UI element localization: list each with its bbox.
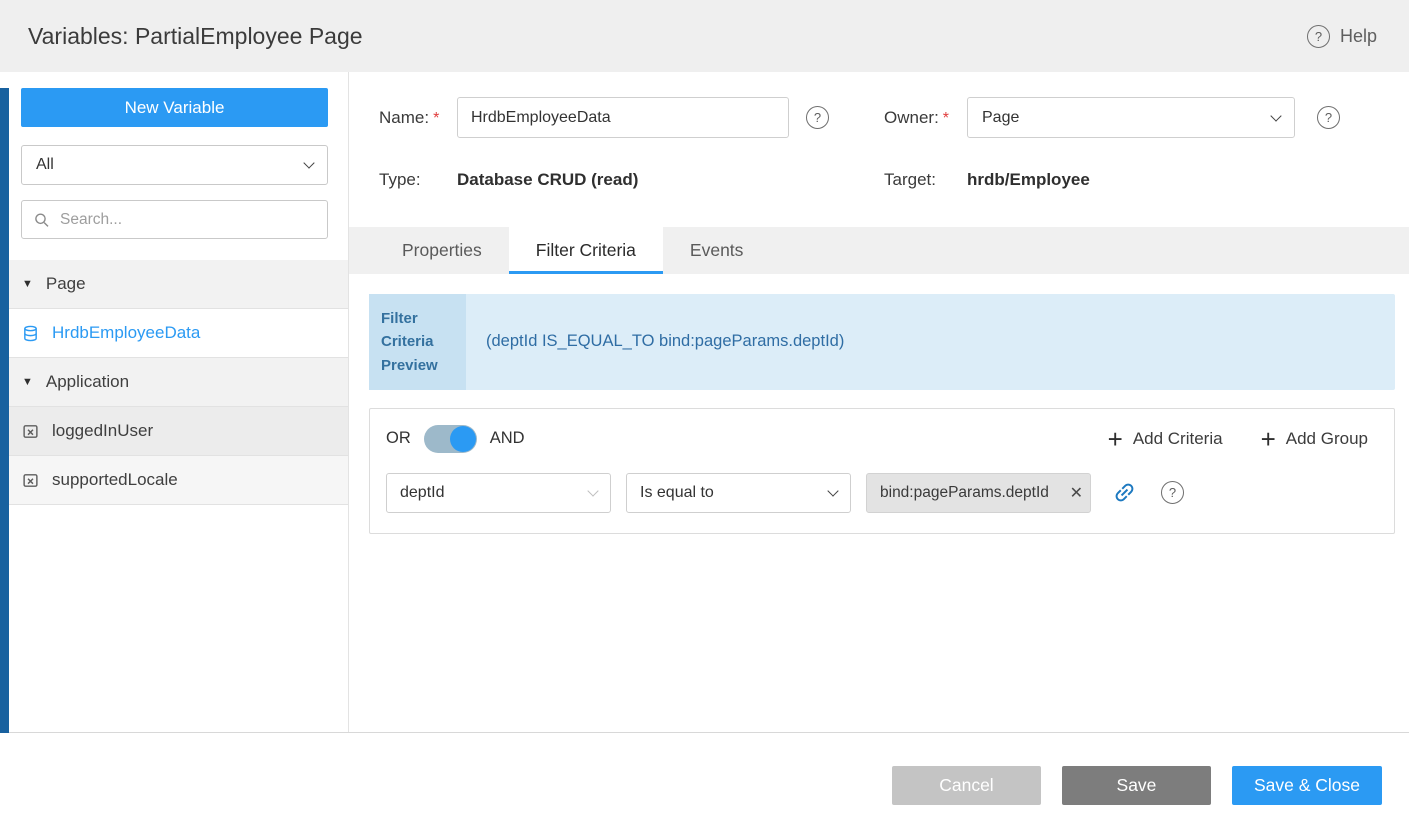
variable-filter-value: All xyxy=(36,156,54,174)
or-label: OR xyxy=(386,429,411,448)
tree-item-supportedlocale[interactable]: supportedLocale xyxy=(0,456,348,505)
variable-editor: Name:* ? Owner:* Page xyxy=(349,72,1409,732)
search-icon xyxy=(34,212,50,228)
help-icon: ? xyxy=(1307,25,1330,48)
toggle-knob xyxy=(450,426,476,452)
search-input[interactable] xyxy=(60,211,315,229)
operator-value: Is equal to xyxy=(640,484,714,502)
database-variable-icon xyxy=(22,325,39,342)
chevron-down-icon xyxy=(827,485,838,496)
tab-filter-criteria[interactable]: Filter Criteria xyxy=(509,227,663,274)
variables-tree: ▼ Page HrdbEmployeeData ▼ Appli xyxy=(0,260,348,505)
filter-criteria-preview: Filter Criteria Preview (deptId IS_EQUAL… xyxy=(369,294,1395,390)
save-button[interactable]: Save xyxy=(1062,766,1211,805)
owner-label: Owner:* xyxy=(884,108,967,128)
target-value: hrdb/Employee xyxy=(967,170,1295,190)
target-label: Target: xyxy=(884,170,967,190)
editor-tabs: Properties Filter Criteria Events xyxy=(349,227,1409,274)
filter-criteria-panel: Filter Criteria Preview (deptId IS_EQUAL… xyxy=(349,274,1409,732)
tree-group-label: Application xyxy=(46,372,129,392)
chevron-down-icon xyxy=(1270,110,1281,121)
owner-value: Page xyxy=(982,109,1019,127)
dialog-footer: Cancel Save Save & Close xyxy=(0,733,1409,838)
preview-label: Filter Criteria Preview xyxy=(369,294,466,390)
tree-item-label: supportedLocale xyxy=(52,470,178,490)
variable-icon xyxy=(22,472,39,489)
field-value: deptId xyxy=(400,484,444,502)
variable-icon xyxy=(22,423,39,440)
chevron-down-icon xyxy=(303,157,314,168)
help-button[interactable]: ? Help xyxy=(1307,25,1377,48)
collapse-icon: ▼ xyxy=(22,278,33,290)
plus-icon: + xyxy=(1108,429,1123,449)
criteria-builder: OR AND + Add Criteria + Add Group xyxy=(369,408,1395,534)
variables-dialog: Variables: PartialEmployee Page ? Help N… xyxy=(0,0,1409,838)
new-variable-button[interactable]: New Variable xyxy=(21,88,328,127)
dialog-header: Variables: PartialEmployee Page ? Help xyxy=(0,0,1409,72)
tree-item-hrdbemployeedata[interactable]: HrdbEmployeeData xyxy=(0,309,348,358)
owner-select[interactable]: Page xyxy=(967,97,1295,138)
save-and-close-button[interactable]: Save & Close xyxy=(1232,766,1382,805)
variables-sidebar: New Variable All ▼ Page xyxy=(0,72,349,732)
required-marker: * xyxy=(433,110,439,127)
and-label: AND xyxy=(490,429,525,448)
tree-item-label: loggedInUser xyxy=(52,421,153,441)
add-criteria-button[interactable]: + Add Criteria xyxy=(1108,429,1223,449)
tree-group-application[interactable]: ▼ Application xyxy=(0,358,348,407)
search-box xyxy=(21,200,328,239)
name-help-icon[interactable]: ? xyxy=(806,106,829,129)
value-binding-chip[interactable]: bind:pageParams.deptId ✕ xyxy=(866,473,1091,513)
criteria-help-icon[interactable]: ? xyxy=(1161,481,1184,504)
add-group-label: Add Group xyxy=(1286,429,1368,449)
tree-group-label: Page xyxy=(46,274,86,294)
tree-item-loggedinuser[interactable]: loggedInUser xyxy=(0,407,348,456)
owner-help-icon[interactable]: ? xyxy=(1317,106,1340,129)
preview-expression: (deptId IS_EQUAL_TO bind:pageParams.dept… xyxy=(466,294,1395,390)
required-marker: * xyxy=(943,110,949,127)
type-label: Type: xyxy=(379,170,457,190)
value-binding-text: bind:pageParams.deptId xyxy=(880,484,1068,502)
field-select[interactable]: deptId xyxy=(386,473,611,513)
tab-properties[interactable]: Properties xyxy=(375,227,509,274)
operator-select[interactable]: Is equal to xyxy=(626,473,851,513)
help-label: Help xyxy=(1340,26,1377,47)
name-input[interactable] xyxy=(457,97,789,138)
variable-filter-select[interactable]: All xyxy=(21,145,328,185)
tree-group-page[interactable]: ▼ Page xyxy=(0,260,348,309)
page-title: Variables: PartialEmployee Page xyxy=(28,23,363,50)
sidebar-scrollbar[interactable] xyxy=(0,88,9,733)
plus-icon: + xyxy=(1261,429,1276,449)
cancel-button[interactable]: Cancel xyxy=(892,766,1041,805)
add-group-button[interactable]: + Add Group xyxy=(1261,429,1368,449)
clear-value-icon[interactable]: ✕ xyxy=(1070,483,1083,503)
name-label: Name:* xyxy=(379,108,457,128)
type-value: Database CRUD (read) xyxy=(457,170,789,190)
collapse-icon: ▼ xyxy=(22,376,33,388)
bind-link-icon[interactable] xyxy=(1107,475,1142,510)
tab-events[interactable]: Events xyxy=(663,227,771,274)
or-and-toggle[interactable] xyxy=(424,425,477,453)
chevron-down-icon xyxy=(587,485,598,496)
add-criteria-label: Add Criteria xyxy=(1133,429,1223,449)
tree-item-label: HrdbEmployeeData xyxy=(52,323,200,343)
